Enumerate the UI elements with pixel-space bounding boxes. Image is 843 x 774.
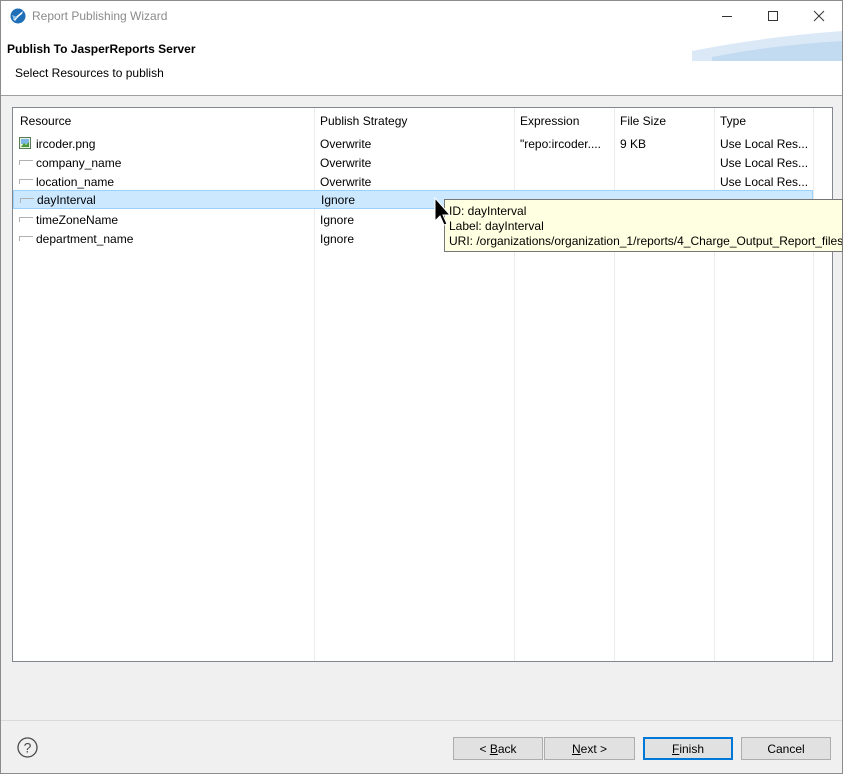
column-header-resource[interactable]: Resource (20, 114, 71, 128)
input-control-icon (19, 160, 33, 165)
tooltip-id: ID: dayInterval (449, 204, 527, 218)
input-control-icon (20, 198, 34, 203)
next-button[interactable]: Next > (544, 737, 635, 760)
wizard-banner: Publish To JasperReports Server Select R… (1, 31, 842, 96)
maximize-icon (768, 11, 778, 21)
file-size: 9 KB (620, 137, 647, 151)
resource-name: company_name (36, 156, 122, 170)
input-control-icon (19, 236, 33, 241)
back-mnemonic: B (489, 741, 498, 756)
column-header-publish-strategy[interactable]: Publish Strategy (320, 114, 407, 128)
jaspersoft-app-icon (10, 8, 26, 24)
close-button[interactable] (796, 1, 842, 31)
finish-button[interactable]: Finish (643, 737, 733, 760)
back-prefix: < (479, 741, 490, 756)
page-title: Publish To JasperReports Server (7, 42, 196, 56)
table-header: Resource Publish Strategy Expression Fil… (13, 108, 832, 132)
minimize-icon (722, 16, 732, 17)
maximize-button[interactable] (750, 1, 796, 31)
resource-type: Use Local Res... (720, 175, 809, 189)
publish-strategy[interactable]: Overwrite (320, 175, 510, 189)
column-header-file-size[interactable]: File Size (620, 114, 666, 128)
resource-name: location_name (36, 175, 115, 189)
publish-strategy[interactable]: Overwrite (320, 156, 510, 170)
resource-name: ircoder.png (36, 137, 96, 151)
wizard-window: Report Publishing Wizard Publish To Jasp… (0, 0, 843, 774)
resource-type: Use Local Res... (720, 156, 809, 170)
tooltip-label: Label: dayInterval (449, 219, 544, 233)
back-button[interactable]: < Back (453, 737, 543, 760)
resource-type: Use Local Res... (720, 137, 809, 151)
button-bar-separator (1, 720, 842, 721)
next-label-rest: ext > (580, 741, 608, 756)
resource-name: timeZoneName (36, 213, 119, 227)
publish-strategy[interactable]: Overwrite (320, 137, 510, 151)
close-icon (813, 10, 825, 22)
input-control-icon (19, 179, 33, 184)
table-row[interactable]: ircoder.png Overwrite "repo:ircoder.... … (13, 134, 813, 153)
column-header-type[interactable]: Type (720, 114, 746, 128)
column-header-expression[interactable]: Expression (520, 114, 579, 128)
column-divider (813, 108, 814, 661)
page-description: Select Resources to publish (15, 66, 164, 80)
minimize-button[interactable] (704, 1, 750, 31)
image-file-icon (19, 137, 31, 149)
resource-tooltip: ID: dayInterval Label: dayInterval URI: … (444, 199, 843, 252)
table-row[interactable]: company_name Overwrite Use Local Res... (13, 153, 813, 172)
window-title: Report Publishing Wizard (32, 9, 168, 23)
finish-label-rest: inish (679, 741, 705, 756)
resource-name: department_name (36, 232, 134, 246)
next-mnemonic: N (571, 741, 581, 756)
title-bar[interactable]: Report Publishing Wizard (1, 1, 842, 31)
banner-decoration-icon (692, 31, 842, 61)
tooltip-uri: URI: /organizations/organization_1/repor… (449, 234, 843, 248)
svg-text:?: ? (24, 740, 32, 756)
finish-mnemonic: F (671, 741, 680, 756)
expression: "repo:ircoder.... (520, 137, 601, 151)
resource-name: dayInterval (37, 193, 96, 207)
mouse-cursor-icon (434, 197, 452, 226)
back-label-rest: ack (497, 741, 517, 756)
help-icon[interactable]: ? (17, 737, 38, 758)
resources-table: Resource Publish Strategy Expression Fil… (12, 107, 833, 662)
cancel-button[interactable]: Cancel (741, 737, 831, 760)
table-row[interactable]: location_name Overwrite Use Local Res... (13, 172, 813, 191)
input-control-icon (19, 217, 33, 222)
